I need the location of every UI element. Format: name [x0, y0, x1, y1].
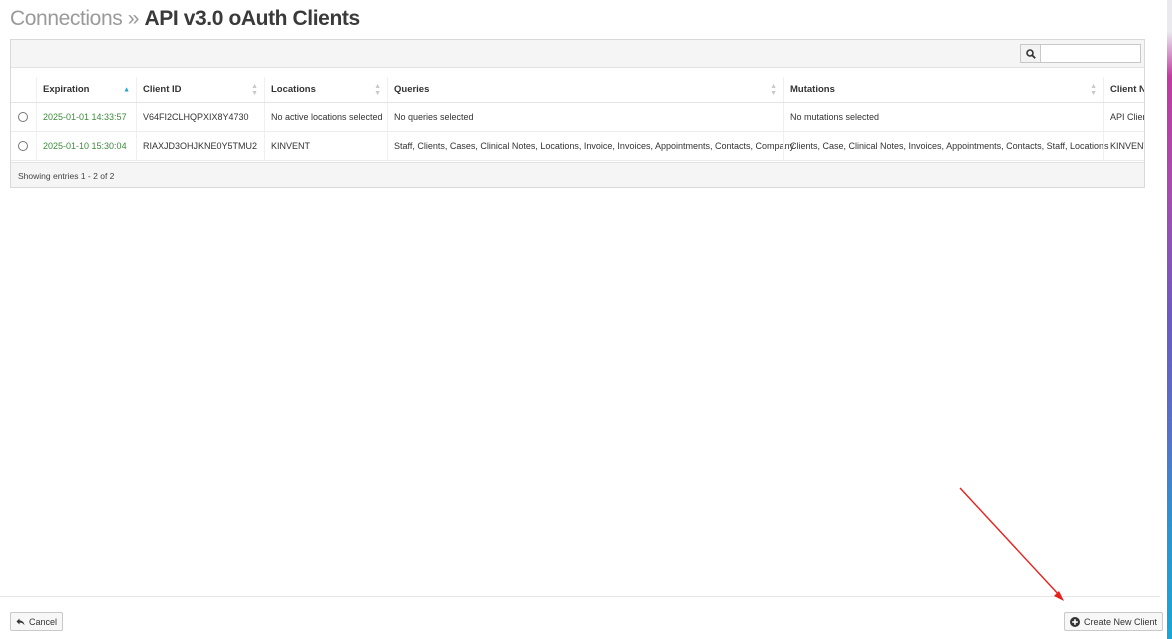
clients-table: Expiration ▲ Client ID ▲ ▼ Locations ▲ ▼ Q… [10, 39, 1145, 188]
cell-queries: No queries selected [387, 103, 783, 131]
search-icon[interactable] [1021, 45, 1041, 62]
cell-client-id: V64FI2CLHQPXIX8Y4730 [136, 103, 264, 131]
table-toolbar [11, 40, 1144, 68]
cancel-button[interactable]: Cancel [10, 612, 64, 631]
header-mutations[interactable]: Mutations ▲ ▼ [783, 77, 1103, 102]
header-client-id[interactable]: Client ID ▲ ▼ [136, 77, 264, 102]
sort-both-icon: ▲ ▼ [251, 82, 258, 97]
header-select [11, 77, 36, 102]
breadcrumb-separator: » [127, 7, 140, 30]
cell-locations: KINVENT [264, 132, 387, 160]
table-header: Expiration ▲ Client ID ▲ ▼ Locations ▲ ▼ Q… [11, 77, 1144, 103]
row-select[interactable] [11, 132, 36, 160]
table-row[interactable]: 2025-01-01 14:33:57 V64FI2CLHQPXIX8Y4730… [11, 103, 1144, 132]
breadcrumb-connections[interactable]: Connections [10, 7, 123, 30]
action-bar: Cancel Create New Client [0, 596, 1163, 639]
plus-circle-icon [1069, 616, 1080, 627]
header-client-name[interactable]: Client Na [1103, 77, 1144, 102]
cell-queries: Staff, Clients, Cases, Clinical Notes, L… [387, 132, 794, 160]
create-new-client-button[interactable]: Create New Client [1063, 612, 1163, 631]
cell-expiration: 2025-01-10 15:30:04 [36, 132, 136, 160]
cell-client-name: KINVENT [1103, 132, 1144, 160]
cell-mutations: No mutations selected [783, 103, 1103, 131]
header-locations[interactable]: Locations ▲ ▼ [264, 77, 387, 102]
header-queries[interactable]: Queries ▲ ▼ [387, 77, 783, 102]
table-row[interactable]: 2025-01-10 15:30:04 RIAXJD3OHJKNE0Y5TMU2… [11, 132, 1144, 161]
radio-button[interactable] [18, 141, 28, 151]
breadcrumb-current: API v3.0 oAuth Clients [144, 7, 361, 30]
cell-client-name: API Clien [1103, 103, 1144, 131]
radio-button[interactable] [18, 112, 28, 122]
cell-expiration: 2025-01-01 14:33:57 [36, 103, 136, 131]
search-input[interactable] [1041, 45, 1140, 62]
cell-client-id: RIAXJD3OHJKNE0Y5TMU2 [136, 132, 264, 160]
sort-both-icon: ▲ ▼ [770, 82, 777, 97]
sort-both-icon: ▲ ▼ [1090, 82, 1097, 97]
table-info: Showing entries 1 - 2 of 2 [11, 162, 1144, 187]
cell-locations: No active locations selected [264, 103, 387, 131]
page-title: Connections » API v3.0 oAuth Clients [10, 7, 360, 31]
page: Connections » API v3.0 oAuth Clients Exp… [0, 0, 1172, 639]
search-box [1020, 44, 1141, 63]
side-accent-strip [1167, 0, 1172, 639]
row-select[interactable] [11, 103, 36, 131]
sort-asc-icon: ▲ [123, 86, 130, 93]
reply-arrow-icon [16, 618, 25, 625]
cell-mutations: Clients, Case, Clinical Notes, Invoices,… [783, 132, 1109, 160]
header-expiration[interactable]: Expiration ▲ [36, 77, 136, 102]
sort-both-icon: ▲ ▼ [374, 82, 381, 97]
